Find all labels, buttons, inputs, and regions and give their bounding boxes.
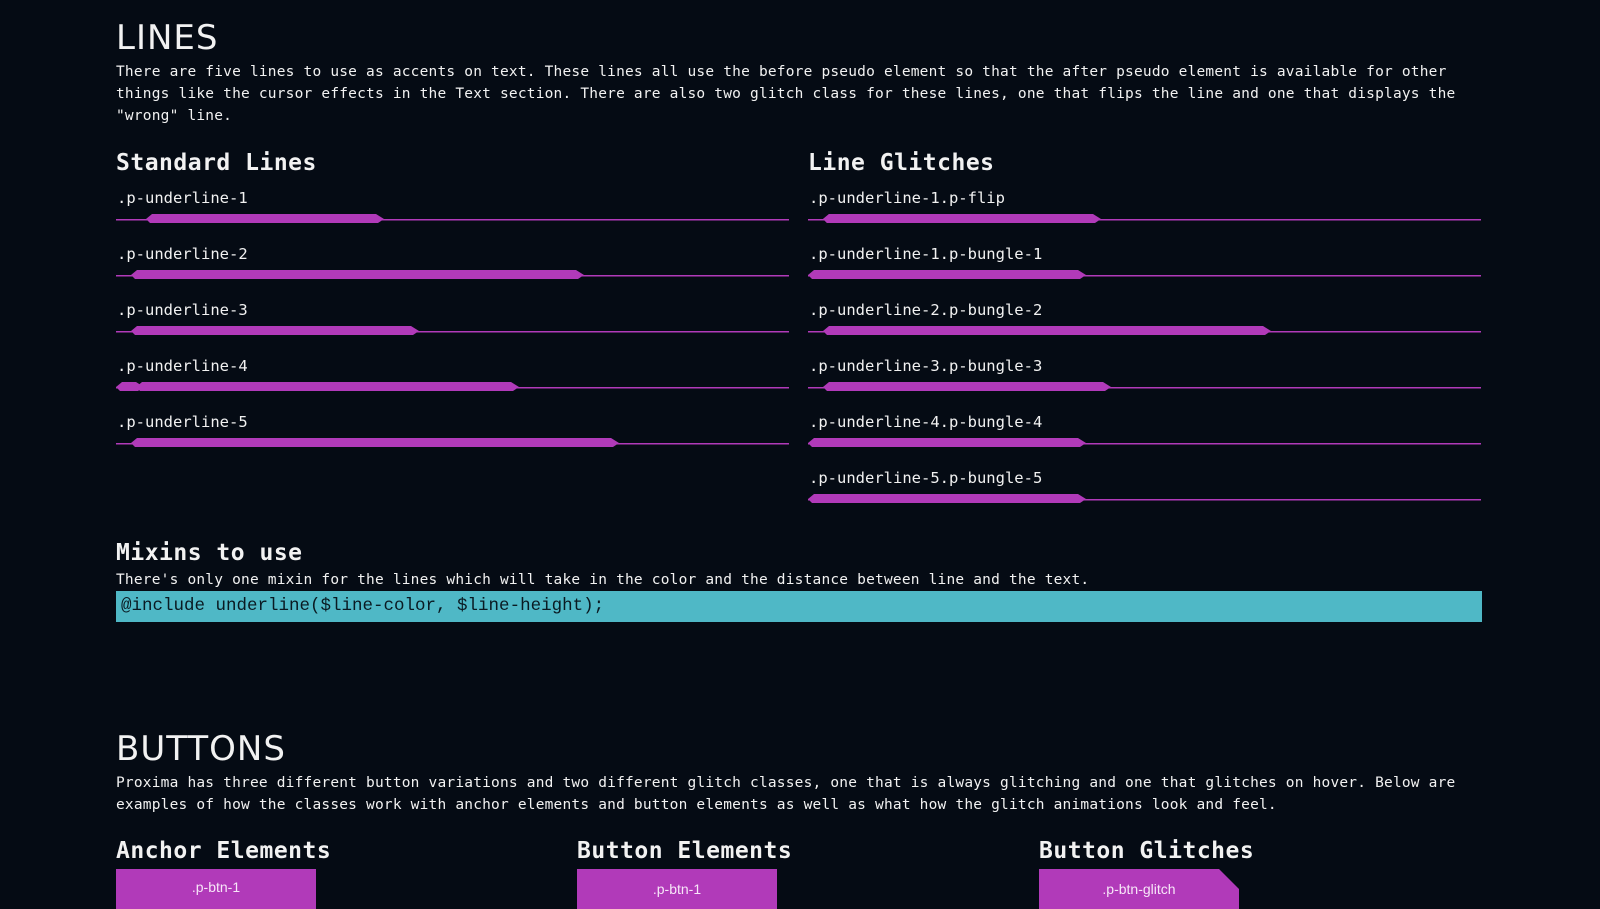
underline-accent — [316, 270, 584, 279]
glitch-line-item: .p-underline-2.p-bungle-2 — [808, 301, 1481, 341]
buttons-section-description: Proxima has three different button varia… — [116, 775, 1456, 813]
standard-line-item: .p-underline-5 — [116, 413, 789, 453]
underline-accent — [808, 494, 1086, 503]
underline-accent — [346, 438, 619, 447]
standard-line-underline — [116, 270, 789, 279]
lines-section-title: LINES — [116, 18, 219, 58]
standard-line-item: .p-underline-2 — [116, 245, 789, 285]
lines-section-description: There are five lines to use as accents o… — [116, 64, 1456, 124]
glitch-line-underline — [808, 382, 1481, 391]
anchor-elements-title: Anchor Elements — [116, 838, 332, 864]
standard-line-underline — [116, 438, 789, 447]
standard-line-underline — [116, 382, 789, 391]
button-glitch[interactable]: .p-btn-glitch — [1039, 869, 1239, 909]
underline-accent — [823, 214, 1011, 223]
line-glitches-column: Line Glitches .p-underline-1.p-flip .p-un… — [808, 150, 1481, 503]
standard-line-item: .p-underline-4 — [116, 357, 789, 397]
standard-line-item: .p-underline-1 — [116, 189, 789, 229]
underline-accent — [1008, 326, 1271, 335]
line-glitches-title: Line Glitches — [808, 150, 995, 176]
glitch-line-underline — [808, 270, 1481, 279]
standard-lines-title: Standard Lines — [116, 150, 317, 176]
underline-accent — [808, 438, 1086, 447]
glitch-line-item: .p-underline-1.p-bungle-1 — [808, 245, 1481, 285]
standard-line-underline — [116, 214, 789, 223]
glitch-line-item: .p-underline-1.p-flip — [808, 189, 1481, 229]
mixin-code-block: @include underline($line-color, $line-he… — [116, 591, 1482, 622]
glitch-line-underline — [808, 326, 1481, 335]
glitch-line-item: .p-underline-3.p-bungle-3 — [808, 357, 1481, 397]
underline-accent — [131, 438, 369, 447]
underline-accent — [131, 270, 339, 279]
standard-lines-column: Standard Lines .p-underline-1 .p-underlin… — [116, 150, 789, 447]
underline-accent — [808, 270, 1086, 279]
mixins-title: Mixins to use — [116, 540, 303, 566]
standard-line-item: .p-underline-3 — [116, 301, 789, 341]
buttons-section-title: BUTTONS — [116, 729, 286, 769]
glitch-line-item: .p-underline-4.p-bungle-4 — [808, 413, 1481, 453]
underline-accent — [176, 326, 364, 335]
glitch-line-underline — [808, 438, 1481, 447]
glitch-line-item: .p-underline-5.p-bungle-5 — [808, 469, 1481, 509]
underline-accent — [261, 382, 519, 391]
mixins-description: There's only one mixin for the lines whi… — [116, 572, 1090, 588]
button-btn-1[interactable]: .p-btn-1 — [577, 869, 777, 909]
button-glitches-title: Button Glitches — [1039, 838, 1255, 864]
glitch-line-underline — [808, 494, 1481, 503]
underline-accent — [868, 382, 1061, 391]
standard-line-underline — [116, 326, 789, 335]
button-elements-title: Button Elements — [577, 838, 793, 864]
glitch-line-underline — [808, 214, 1481, 223]
anchor-btn-1[interactable]: .p-btn-1 — [116, 869, 316, 909]
underline-accent — [146, 214, 384, 223]
